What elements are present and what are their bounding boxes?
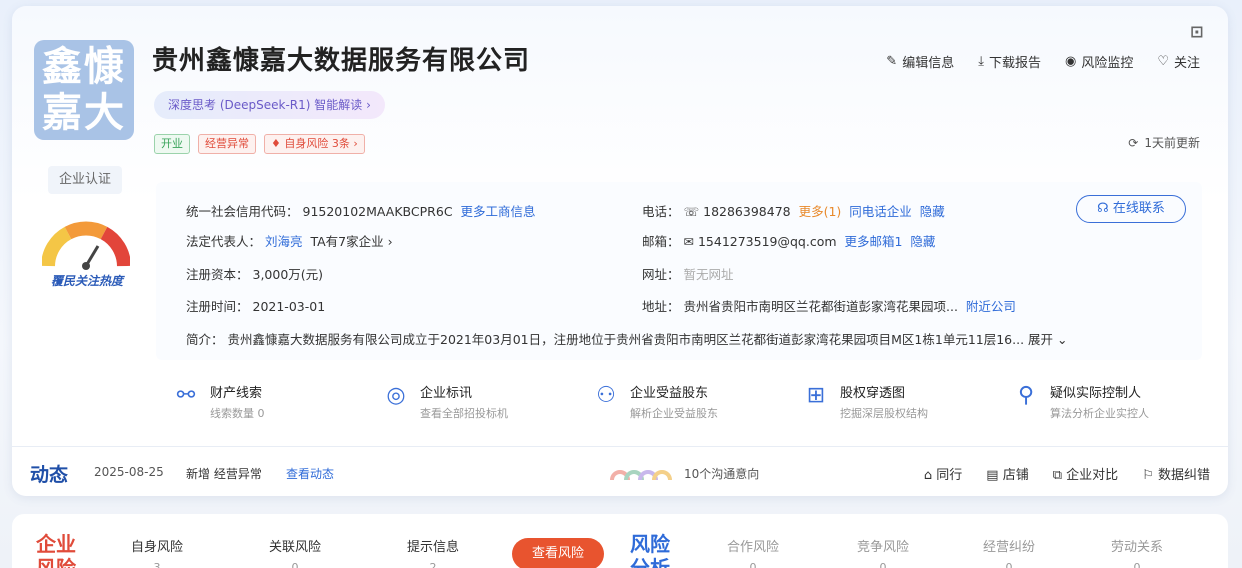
legal-rep-companies[interactable]: TA有7家企业 › (310, 234, 392, 249)
risk-item-cooperation[interactable]: 合作风险 0 (708, 536, 798, 568)
store-button[interactable]: ▤ 店铺 (986, 464, 1028, 483)
email-icon: ✉ (683, 234, 694, 249)
same-phone-companies-link[interactable]: 同电话企业 (849, 204, 912, 219)
attention-gauge-icon (42, 221, 130, 270)
compare-icon: ⧉ (1052, 468, 1063, 483)
feature-shortcuts: ⚯ 财产线索 线索数量 0 ◎ 企业标讯 查看全部招投标机 ⚇ 企业受益股东 解析企业… (172, 382, 1202, 432)
qr-code-icon[interactable]: ⊡ (1190, 22, 1210, 44)
status-tags: 开业 经营异常 ♦ 自身风险 3条 › (154, 134, 365, 154)
legal-rep-row: 法定代表人： 刘海亮 TA有7家企业 › (186, 234, 393, 249)
risk-item-labor[interactable]: 劳动关系 0 (1092, 536, 1182, 568)
phone-icon: ☏ (683, 204, 700, 219)
status-badge-open: 开业 (154, 134, 190, 154)
risk-badge[interactable]: ♦ 自身风险 3条 › (264, 134, 365, 154)
risk-item-dispute[interactable]: 经营纠纷 0 (964, 536, 1054, 568)
company-name: 贵州鑫慷嘉大数据服务有限公司 (152, 46, 531, 76)
header-actions: ✎ 编辑信息 ⤓ 下载报告 ◉ 风险监控 ♡ 关注 (886, 52, 1200, 71)
dynamics-text: 新增 经营异常 (186, 467, 262, 481)
bid-icon: ◎ (386, 383, 406, 408)
feature-beneficiaries[interactable]: ⚇ 企业受益股东 解析企业受益股东 (592, 382, 782, 432)
communication-intent-count[interactable]: 10个沟通意向 (684, 465, 759, 482)
address-row: 地址： 贵州省贵阳市南明区兰花都街道彭家湾花果园项... 附近公司 (642, 299, 1016, 314)
refresh-icon: ⟳ (1128, 135, 1139, 150)
dynamics-title: 动态 (30, 464, 69, 486)
more-phones-link[interactable]: 更多(1) (799, 204, 842, 219)
feature-property-clues[interactable]: ⚯ 财产线索 线索数量 0 (172, 382, 362, 432)
email-row: 邮箱： ✉ 1541273519@qq.com 更多邮箱1 隐藏 (642, 234, 936, 249)
hide-email-link[interactable]: 隐藏 (910, 234, 935, 249)
dynamics-bar: 动态 2025-08-25 新增 经营异常 查看动态 10个沟通意向 ⌂ 同行 … (30, 458, 1210, 488)
logo-text: 鑫慷嘉大 (42, 44, 126, 136)
legal-rep-link[interactable]: 刘海亮 (265, 234, 303, 249)
risk-item-notice[interactable]: 提示信息 2 (388, 536, 478, 568)
hide-phone-link[interactable]: 隐藏 (920, 204, 945, 219)
feature-bids[interactable]: ◎ 企业标讯 查看全部招投标机 (382, 382, 572, 432)
download-icon: ⤓ (978, 54, 984, 69)
risk-card: 企业风险 自身风险 3 关联风险 0 提示信息 2 查看风险 风险分析 合作风险… (12, 514, 1228, 568)
founded-row: 注册时间： 2021-03-01 (186, 299, 326, 314)
feature-controller[interactable]: ⚲ 疑似实际控制人 算法分析企业实控人 (1012, 382, 1202, 432)
risk-analysis-title: 风险分析 (630, 532, 670, 568)
enterprise-risk-title: 企业风险 (36, 532, 76, 568)
edit-info-button[interactable]: ✎ 编辑信息 (886, 52, 954, 71)
capital-row: 注册资本： 3,000万(元) (186, 267, 324, 282)
risk-item-self[interactable]: 自身风险 3 (112, 536, 202, 568)
intro-row: 简介： 贵州鑫慷嘉大数据服务有限公司成立于2021年03月01日，注册地位于贵州… (186, 332, 1068, 347)
property-clue-icon: ⚯ (176, 383, 196, 408)
enterprise-certification[interactable]: 企业认证 (48, 166, 122, 194)
attention-label: 覆民关注热度 (50, 274, 123, 288)
risk-item-competition[interactable]: 竞争风险 0 (838, 536, 928, 568)
peer-icon: ⌂ (923, 468, 933, 483)
credit-code-row: 统一社会信用代码： 91520102MAAKBCPR6C 更多工商信息 (186, 204, 536, 219)
peer-button[interactable]: ⌂ 同行 (924, 464, 962, 483)
info-panel: 统一社会信用代码： 91520102MAAKBCPR6C 更多工商信息 法定代表… (156, 182, 1202, 360)
headset-icon: ☊ (1097, 201, 1109, 216)
data-error-icon: ⚐ (1142, 468, 1154, 483)
dynamics-actions: ⌂ 同行 ▤ 店铺 ⧉ 企业对比 ⚐ 数据纠错 (924, 464, 1210, 483)
online-contact-button[interactable]: ☊ 在线联系 (1076, 195, 1186, 223)
data-error-button[interactable]: ⚐ 数据纠错 (1142, 464, 1210, 483)
feature-equity-chart[interactable]: ⊞ 股权穿透图 挖掘深层股权结构 (802, 382, 992, 432)
website-row: 网址： 暂无网址 (642, 267, 734, 282)
status-badge-abnormal: 经营异常 (198, 134, 256, 154)
equity-chart-icon: ⊞ (806, 383, 826, 408)
more-emails-link[interactable]: 更多邮箱1 (845, 234, 903, 249)
more-business-info-link[interactable]: 更多工商信息 (461, 204, 536, 219)
eye-icon: ◉ (1064, 54, 1077, 69)
store-icon: ▤ (986, 468, 999, 483)
avatars-icon (610, 470, 672, 480)
follow-button[interactable]: ♡ 关注 (1157, 52, 1200, 71)
phone-row: 电话： ☏ 18286398478 更多(1) 同电话企业 隐藏 (642, 204, 945, 219)
beneficiary-icon: ⚇ (596, 383, 616, 408)
update-info[interactable]: ⟳ 1天前更新 (1128, 134, 1200, 151)
company-logo: 鑫慷嘉大 (34, 40, 134, 140)
risk-monitor-button[interactable]: ◉ 风险监控 (1065, 52, 1133, 71)
controller-icon: ⚲ (1017, 383, 1035, 408)
compare-button[interactable]: ⧉ 企业对比 (1053, 464, 1118, 483)
download-report-button[interactable]: ⤓ 下载报告 (978, 52, 1041, 71)
divider (12, 446, 1228, 447)
ai-interpretation-pill[interactable]: 深度思考 (DeepSeek-R1) 智能解读 › (154, 91, 385, 119)
edit-icon: ✎ (886, 54, 898, 69)
risk-item-related[interactable]: 关联风险 0 (250, 536, 340, 568)
credit-code: 91520102MAAKBCPR6C (302, 204, 453, 219)
expand-intro-button[interactable]: 展开 ⌄ (1028, 332, 1067, 347)
nearby-companies-link[interactable]: 附近公司 (966, 299, 1016, 314)
dynamics-date: 2025-08-25 (94, 465, 164, 479)
heart-icon: ♡ (1157, 54, 1169, 69)
view-risk-button[interactable]: 查看风险 (512, 538, 604, 568)
company-card: ⊡ 鑫慷嘉大 企业认证 覆民关注热度 贵州鑫慷嘉大数据服务有限公司 深度思考 (… (12, 6, 1228, 496)
view-dynamics-link[interactable]: 查看动态 (286, 465, 334, 482)
